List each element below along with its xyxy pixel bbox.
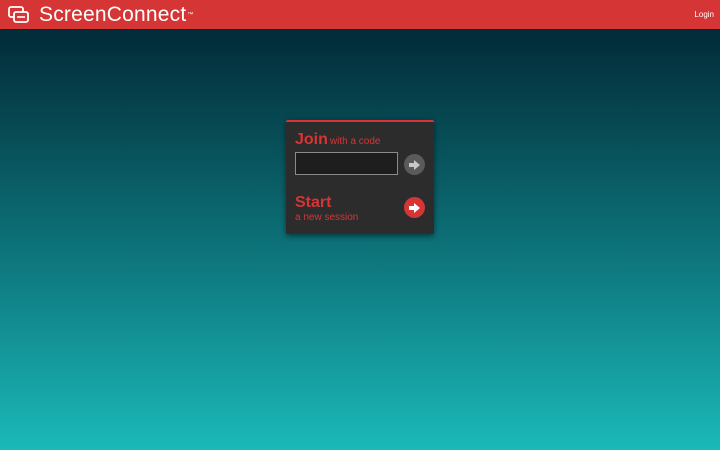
start-session-button[interactable] — [404, 197, 425, 218]
join-button[interactable] — [404, 154, 425, 175]
screenconnect-logo-icon — [8, 5, 29, 23]
login-link[interactable]: Login — [694, 10, 714, 19]
brand-name: ScreenConnect — [39, 3, 187, 26]
start-title: Start — [295, 194, 332, 211]
start-subtitle: a new session — [295, 212, 359, 223]
trademark: ™ — [187, 11, 194, 18]
session-panel: Join with a code Start a new session — [286, 120, 434, 234]
arrow-right-icon — [409, 202, 420, 213]
join-code-input[interactable] — [295, 152, 398, 175]
brand-logo[interactable]: ScreenConnect ™ — [8, 4, 193, 25]
arrow-right-icon — [409, 159, 420, 170]
join-title: Join — [295, 131, 328, 148]
join-heading: Join with a code — [295, 131, 380, 149]
top-bar: ScreenConnect ™ Login — [0, 0, 720, 29]
start-heading: Start — [295, 194, 331, 212]
join-subtitle: with a code — [329, 136, 381, 147]
